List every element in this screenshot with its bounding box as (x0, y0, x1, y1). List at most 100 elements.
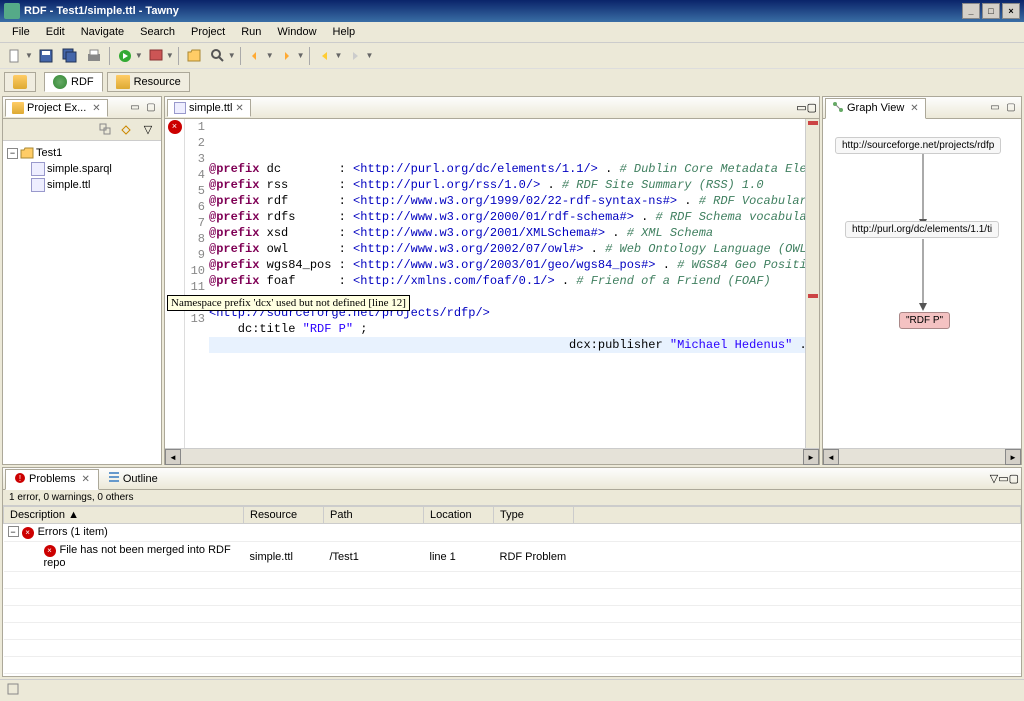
prev-annotation-button[interactable] (245, 45, 267, 67)
problems-table[interactable]: Description ▲ Resource Path Location Typ… (3, 506, 1021, 676)
maximize-view-button[interactable]: ▢ (143, 100, 159, 116)
error-icon: × (22, 527, 34, 539)
code-content[interactable]: @prefix dc : <http://purl.org/dc/element… (209, 119, 805, 448)
maximize-view-button[interactable]: ▢ (1003, 100, 1019, 116)
separator (109, 47, 110, 65)
maximize-view-button[interactable]: ▢ (1009, 472, 1019, 485)
link-editor-button[interactable] (117, 121, 135, 139)
file-node-ttl[interactable]: simple.ttl (7, 177, 157, 193)
close-tab-icon[interactable]: ✕ (78, 474, 89, 485)
menu-search[interactable]: Search (132, 24, 183, 40)
forward-button[interactable] (344, 45, 366, 67)
col-location[interactable]: Location (424, 507, 494, 524)
file-name: simple.ttl (47, 179, 90, 191)
overview-ruler[interactable] (805, 119, 819, 448)
next-dropdown[interactable]: ▼ (297, 51, 305, 60)
new-button[interactable] (4, 45, 26, 67)
back-dropdown[interactable]: ▼ (335, 51, 343, 60)
scroll-right-button[interactable]: ► (1005, 449, 1021, 465)
scroll-left-button[interactable]: ◄ (823, 449, 839, 465)
graph-canvas[interactable]: http://sourceforge.net/projects/rdfp htt… (823, 119, 1021, 448)
sort-asc-icon: ▲ (68, 509, 79, 521)
close-tab-icon[interactable]: ✕ (235, 103, 243, 114)
external-tools-dropdown[interactable]: ▼ (166, 51, 174, 60)
minimize-editor-button[interactable]: ▭ (796, 101, 806, 114)
external-tools-button[interactable] (145, 45, 167, 67)
menu-edit[interactable]: Edit (38, 24, 73, 40)
error-marker[interactable] (808, 121, 818, 125)
project-explorer-header: Project Ex... ✕ ▭ ▢ (3, 97, 161, 119)
error-marker[interactable] (808, 294, 818, 298)
scroll-right-button[interactable]: ► (803, 449, 819, 465)
menu-project[interactable]: Project (183, 24, 233, 40)
run-dropdown[interactable]: ▼ (135, 51, 143, 60)
col-path[interactable]: Path (324, 507, 424, 524)
minimize-button[interactable]: _ (962, 3, 980, 19)
col-type[interactable]: Type (494, 507, 574, 524)
empty-row (4, 657, 1021, 674)
graph-view-header: Graph View ✕ ▭ ▢ (823, 97, 1021, 119)
maximize-button[interactable]: □ (982, 3, 1000, 19)
separator (240, 47, 241, 65)
collapse-all-button[interactable] (97, 121, 115, 139)
collapse-icon[interactable]: − (8, 526, 19, 537)
new-dropdown[interactable]: ▼ (25, 51, 33, 60)
view-menu-button[interactable]: ▽ (990, 472, 998, 485)
search-button[interactable] (207, 45, 229, 67)
error-group-row[interactable]: − ×Errors (1 item) (4, 524, 1021, 542)
run-button[interactable] (114, 45, 136, 67)
graph-edge-predicate[interactable]: http://purl.org/dc/elements/1.1/ti (845, 221, 999, 238)
scroll-track[interactable] (181, 449, 803, 464)
file-name: simple.sparql (47, 163, 112, 175)
horizontal-scrollbar[interactable]: ◄ ► (165, 448, 819, 464)
project-node[interactable]: − Test1 (7, 145, 157, 161)
open-perspective-button[interactable] (4, 72, 36, 92)
error-marker-icon[interactable]: × (168, 120, 182, 134)
scroll-track[interactable] (839, 449, 1005, 464)
close-view-icon[interactable]: ✕ (89, 103, 100, 114)
project-explorer-tab[interactable]: Project Ex... ✕ (5, 99, 108, 117)
perspective-resource[interactable]: Resource (107, 72, 190, 92)
perspective-bar: RDF Resource (0, 68, 1024, 94)
file-node-sparql[interactable]: simple.sparql (7, 161, 157, 177)
editor-tab-label: simple.ttl (189, 102, 232, 114)
back-button[interactable] (314, 45, 336, 67)
prev-dropdown[interactable]: ▼ (266, 51, 274, 60)
close-view-icon[interactable]: ✕ (907, 103, 918, 114)
minimize-view-button[interactable]: ▭ (987, 100, 1003, 116)
menu-window[interactable]: Window (269, 24, 324, 40)
menu-file[interactable]: File (4, 24, 38, 40)
editor-tab-simple-ttl[interactable]: simple.ttl ✕ (167, 99, 251, 117)
forward-dropdown[interactable]: ▼ (365, 51, 373, 60)
graph-node-object[interactable]: "RDF P" (899, 312, 950, 329)
save-all-button[interactable] (59, 45, 81, 67)
horizontal-scrollbar[interactable]: ◄ ► (823, 448, 1021, 464)
scroll-left-button[interactable]: ◄ (165, 449, 181, 465)
perspective-rdf[interactable]: RDF (44, 72, 103, 92)
col-description[interactable]: Description ▲ (4, 507, 244, 524)
minimize-view-button[interactable]: ▭ (127, 100, 143, 116)
open-type-button[interactable] (183, 45, 205, 67)
minimize-view-button[interactable]: ▭ (998, 472, 1008, 485)
col-resource[interactable]: Resource (244, 507, 324, 524)
problem-row[interactable]: ×File has not been merged into RDF repo … (4, 542, 1021, 572)
project-tree[interactable]: − Test1 simple.sparql simple.ttl (3, 141, 161, 464)
collapse-icon[interactable]: − (7, 148, 18, 159)
graph-node-subject[interactable]: http://sourceforge.net/projects/rdfp (835, 137, 1001, 154)
search-dropdown[interactable]: ▼ (228, 51, 236, 60)
print-button[interactable] (83, 45, 105, 67)
code-editor[interactable]: ×× 12345678910111213 @prefix dc : <http:… (165, 119, 819, 448)
view-menu-button[interactable]: ▽ (139, 121, 157, 139)
menu-navigate[interactable]: Navigate (73, 24, 132, 40)
next-annotation-button[interactable] (276, 45, 298, 67)
problems-tab[interactable]: ! Problems ✕ (5, 469, 99, 490)
menu-help[interactable]: Help (325, 24, 364, 40)
menu-run[interactable]: Run (233, 24, 269, 40)
save-button[interactable] (35, 45, 57, 67)
graph-view-tab[interactable]: Graph View ✕ (825, 98, 926, 119)
maximize-editor-button[interactable]: ▢ (807, 101, 817, 114)
window-buttons: _ □ × (962, 3, 1020, 19)
close-button[interactable]: × (1002, 3, 1020, 19)
outline-tab[interactable]: Outline (99, 468, 167, 489)
folder-icon (12, 102, 24, 114)
